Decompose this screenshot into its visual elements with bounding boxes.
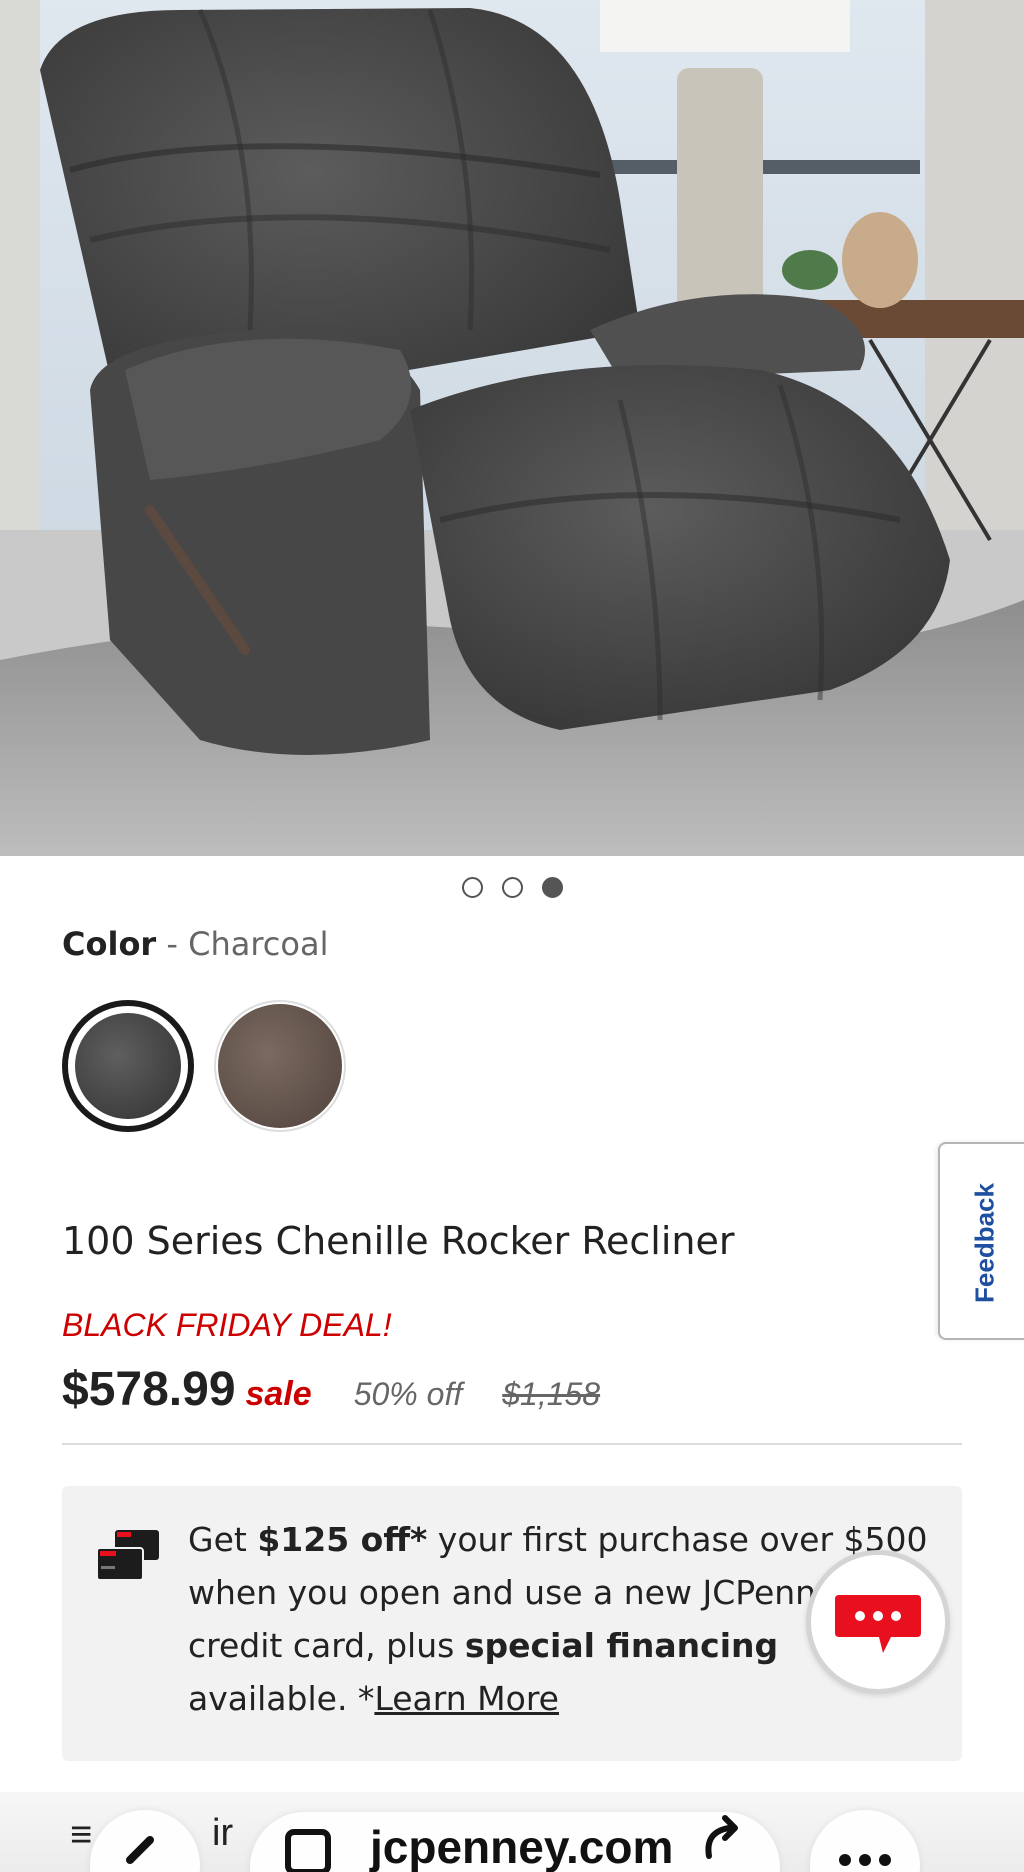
original-price: $1,158 bbox=[502, 1376, 601, 1412]
swatch-brown[interactable] bbox=[214, 1000, 346, 1132]
carousel-dot[interactable] bbox=[501, 877, 523, 898]
more-icon bbox=[839, 1854, 891, 1866]
back-icon bbox=[126, 1836, 154, 1864]
color-swatches bbox=[62, 1000, 346, 1132]
back-button[interactable] bbox=[90, 1810, 200, 1872]
promo-discount: $125 off* bbox=[257, 1520, 428, 1559]
browser-toolbar: ≡ ir jcpenney.com bbox=[0, 1792, 1024, 1872]
divider bbox=[62, 1443, 962, 1445]
recliner-photo bbox=[0, 0, 1024, 856]
reload-icon[interactable] bbox=[695, 1812, 755, 1872]
price-row: $578.99 sale 50% off $1,158 bbox=[62, 1362, 600, 1417]
feedback-tab[interactable]: Feedback bbox=[938, 1142, 1024, 1340]
product-title: 100 Series Chenille Rocker Recliner bbox=[62, 1219, 735, 1263]
carousel-dot[interactable] bbox=[461, 877, 483, 898]
tabs-icon[interactable]: ≡ bbox=[70, 1814, 92, 1857]
sale-label: sale bbox=[245, 1375, 312, 1413]
learn-more-link[interactable]: Learn More bbox=[374, 1679, 559, 1718]
color-separator: - bbox=[156, 925, 189, 963]
tab-hint: ir bbox=[212, 1812, 234, 1854]
credit-card-icon bbox=[95, 1528, 163, 1590]
chat-icon bbox=[835, 1595, 921, 1653]
product-image[interactable] bbox=[0, 0, 1024, 856]
color-label: Color bbox=[62, 925, 157, 963]
carousel-dot-active[interactable] bbox=[541, 877, 563, 898]
color-selection-label: Color - Charcoal bbox=[62, 922, 328, 966]
deal-badge: BLACK FRIDAY DEAL! bbox=[62, 1307, 392, 1343]
tab-overview-icon bbox=[285, 1829, 331, 1872]
discount-percent: 50% off bbox=[353, 1376, 463, 1412]
promo-financing: special financing bbox=[464, 1626, 779, 1665]
feedback-label: Feedback bbox=[969, 1183, 1000, 1303]
selected-color-name: Charcoal bbox=[188, 925, 329, 963]
swatch-charcoal[interactable] bbox=[62, 1000, 194, 1132]
more-button[interactable] bbox=[810, 1810, 920, 1872]
url-text: jcpenney.com bbox=[370, 1821, 674, 1872]
chat-button[interactable] bbox=[806, 1550, 950, 1694]
sale-price: $578.99 bbox=[62, 1363, 236, 1416]
carousel-dots bbox=[0, 877, 1024, 898]
